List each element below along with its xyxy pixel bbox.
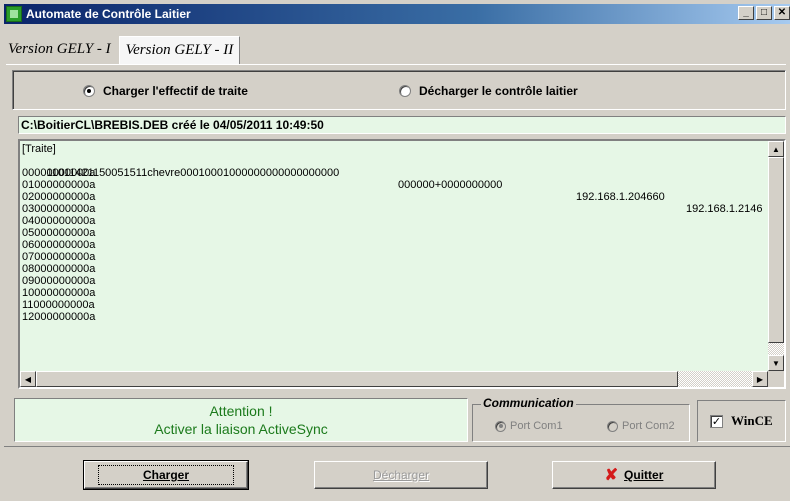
radio-decharger-label: Décharger le contrôle laitier bbox=[419, 84, 578, 98]
decharger-button[interactable]: Décharger bbox=[314, 461, 488, 489]
horizontal-scrollbar[interactable]: ◀ ▶ bbox=[20, 371, 768, 387]
content-line: 11000000000a bbox=[22, 299, 95, 311]
charger-button-label: Charger bbox=[142, 468, 189, 482]
checkmark-icon: ✓ bbox=[710, 414, 723, 428]
content-line: 03000000000a bbox=[22, 203, 96, 215]
activesync-warning: Attention ! Activer la liaison ActiveSyn… bbox=[14, 398, 468, 442]
radio-port-com1[interactable]: Port Com1 bbox=[495, 420, 563, 432]
content-line: 10000000000a bbox=[22, 287, 96, 299]
file-content-text: [Traite] 11011421150051511chevre00010001… bbox=[22, 143, 768, 371]
content-line: 04000000000a bbox=[22, 215, 96, 227]
content-line: 06000000000a bbox=[22, 239, 96, 251]
title-bar[interactable]: Automate de Contrôle Laitier _ □ ✕ bbox=[4, 4, 790, 24]
app-icon bbox=[6, 6, 22, 22]
scrollbar-corner bbox=[768, 371, 784, 387]
radio-charger-label: Charger l'effectif de traite bbox=[103, 84, 248, 98]
scroll-right-icon[interactable]: ▶ bbox=[752, 371, 768, 387]
content-line: [Traite] bbox=[22, 143, 56, 155]
decharger-button-label: Décharger bbox=[372, 468, 430, 482]
content-line: 09000000000a bbox=[22, 275, 96, 287]
radio-unselected-icon bbox=[399, 85, 411, 97]
wince-label: WinCE bbox=[731, 413, 773, 428]
quitter-button-label: Quitter bbox=[624, 468, 664, 482]
minimize-button[interactable]: _ bbox=[738, 6, 754, 20]
content-line: 12000000000a bbox=[22, 311, 96, 323]
file-path-display: C:\BoitierCL\BREBIS.DEB créé le 04/05/20… bbox=[18, 116, 786, 134]
scroll-up-icon[interactable]: ▲ bbox=[768, 141, 784, 157]
version-tabs: Version GELY - I Version GELY - II bbox=[4, 30, 241, 64]
action-buttons-panel: Charger Décharger ✘ Quitter bbox=[4, 446, 790, 501]
main-window: Automate de Contrôle Laitier _ □ ✕ Versi… bbox=[0, 0, 790, 501]
file-content-textarea[interactable]: [Traite] 11011421150051511chevre00010001… bbox=[18, 139, 786, 389]
wince-checkbox[interactable]: ✓ WinCE bbox=[697, 400, 786, 442]
scroll-left-icon[interactable]: ◀ bbox=[20, 371, 36, 387]
communication-legend: Communication bbox=[481, 396, 576, 410]
window-controls: _ □ ✕ bbox=[738, 6, 790, 20]
horizontal-scroll-thumb[interactable] bbox=[36, 371, 678, 387]
tab-version-gely-2[interactable]: Version GELY - II bbox=[118, 36, 241, 64]
content-row-first: 11011421150051511chevre00010001000000000… bbox=[22, 155, 768, 215]
charger-button[interactable]: Charger bbox=[83, 460, 249, 490]
content-line: 01000000000a bbox=[22, 179, 96, 191]
content-line: 02000000000a bbox=[22, 191, 96, 203]
radio-port-com2[interactable]: Port Com2 bbox=[607, 420, 675, 432]
port-com2-label: Port Com2 bbox=[622, 420, 675, 432]
communication-group: Communication Port Com1 Port Com2 bbox=[472, 396, 690, 442]
port-com1-label: Port Com1 bbox=[510, 420, 563, 432]
radio-charger-effectif[interactable]: Charger l'effectif de traite bbox=[83, 84, 248, 98]
close-x-icon: ✘ bbox=[604, 467, 619, 484]
vertical-scroll-thumb[interactable] bbox=[768, 157, 784, 343]
vertical-scrollbar[interactable]: ▲ ▼ bbox=[768, 141, 784, 371]
maximize-button[interactable]: □ bbox=[756, 6, 772, 20]
window-title: Automate de Contrôle Laitier bbox=[26, 7, 191, 21]
radio-selected-icon bbox=[495, 420, 506, 432]
radio-unselected-icon bbox=[607, 420, 618, 432]
mode-panel: Charger l'effectif de traite Décharger l… bbox=[12, 70, 786, 110]
scroll-down-icon[interactable]: ▼ bbox=[768, 355, 784, 371]
warning-text: Activer la liaison ActiveSync bbox=[154, 421, 328, 437]
close-button[interactable]: ✕ bbox=[774, 6, 790, 20]
content-line: 00000000000a bbox=[22, 167, 96, 179]
tab-divider bbox=[6, 64, 786, 66]
quitter-button[interactable]: ✘ Quitter bbox=[552, 461, 716, 489]
radio-selected-icon bbox=[83, 85, 95, 97]
content-line: 05000000000a bbox=[22, 227, 96, 239]
tab-version-gely-1[interactable]: Version GELY - I bbox=[4, 34, 115, 64]
content-line: 07000000000a bbox=[22, 251, 96, 263]
warning-title: Attention ! bbox=[209, 403, 273, 419]
radio-decharger-controle[interactable]: Décharger le contrôle laitier bbox=[399, 84, 578, 98]
content-line: 08000000000a bbox=[22, 263, 96, 275]
